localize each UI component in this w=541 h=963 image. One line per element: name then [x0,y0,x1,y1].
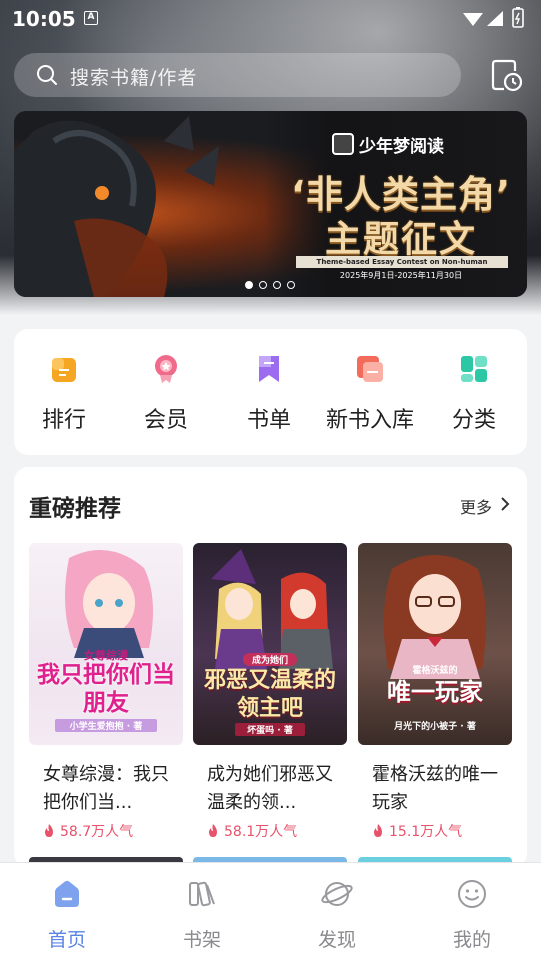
book-cover-tag: 成为她们 [243,653,297,666]
search-row: 搜索书籍/作者 [14,53,526,97]
banner-date: 2025年9月1日-2025年11月30日 [339,271,463,280]
nav-new-books[interactable]: 新书入库 [320,329,420,455]
tab-home[interactable]: 首页 [22,863,112,963]
book-cover-art [383,555,487,679]
more-link[interactable]: 更多 [460,494,492,518]
search-icon [37,65,57,85]
new-books-icon [357,356,383,382]
carousel-dot-3[interactable] [273,281,281,289]
banner-subtitle: Theme-based Essay Contest on Non-human P… [296,256,508,278]
book-cover-author: 小学生爱抱抱 · 著 [55,719,157,732]
discover-planet-icon [321,882,353,906]
nav-new-books-label: 新书入库 [325,408,414,433]
book-cover-title: 邪恶又温柔的领主吧 [203,668,336,721]
promo-banner[interactable]: 少年梦阅读 ‘非人类主角’ 主题征文 Theme-based Essay Con… [14,111,527,297]
nav-vip[interactable]: 会员 [116,329,216,455]
book-cover-tag: 霍格沃兹的 [412,666,458,676]
chevron-right-icon[interactable] [500,497,510,511]
nav-category-label: 分类 [451,408,496,433]
book-popularity-value: 58.7万人气 [60,824,134,840]
search-placeholder: 搜索书籍/作者 [70,67,198,89]
book-cover-author: 月光下的小被子 · 著 [394,722,476,732]
book-cover-title: 我只把你们当朋友 [37,662,175,716]
book-title[interactable]: 女尊综漫：我只把你们当... [43,761,173,817]
carousel-dot-1[interactable] [245,281,253,289]
banner-headline-2: 主题征文 [324,219,477,260]
vip-medal-icon [155,355,177,383]
nav-ranking[interactable]: 排行 [14,329,114,455]
status-bar: 10:05 A [0,0,541,36]
book-title[interactable]: 霍格沃兹的唯一玩家 [372,761,502,817]
nav-booklist[interactable]: 书单 [219,329,319,455]
quick-nav: 排行 会员 书单 新书入库 分类 [14,329,527,455]
carousel-dot-4[interactable] [287,281,295,289]
book-cover[interactable]: 女尊综漫 我只把你们当朋友 小学生爱抱抱 · 著 [29,543,183,745]
fire-icon [209,824,217,837]
tab-profile[interactable]: 我的 [427,863,517,963]
book-popularity-value: 15.1万人气 [389,824,463,840]
status-notification-icon: A [84,11,98,25]
status-time: 10:05 [12,7,76,31]
dragon-illustration [14,116,219,297]
nav-booklist-label: 书单 [246,408,291,433]
book-cover-art [65,550,153,658]
carousel-indicator[interactable] [245,281,305,291]
book-title[interactable]: 成为她们邪恶又温柔的领... [207,761,337,817]
book-popularity: 58.7万人气 [43,821,133,841]
carousel-dot-2[interactable] [259,281,267,289]
book-popularity-value: 58.1万人气 [224,824,298,840]
recommend-section: 重磅推荐 更多 女尊综漫 我只把你们当朋友 小学生爱抱抱 · 著 女尊综漫：我只… [14,467,527,867]
tab-discover[interactable]: 发现 [292,863,382,963]
bottom-tab-bar: 首页 书架 发现 我的 [0,862,541,963]
book-popularity: 58.1万人气 [207,821,297,841]
tab-profile-label: 我的 [452,929,491,951]
brand-logo-icon [332,133,354,155]
book-cover-title: 唯一玩家 [387,678,483,706]
book-cover-author: 坏蛋吗 · 著 [235,723,305,736]
profile-smile-icon [458,880,486,908]
home-icon [55,880,79,907]
book-cover-art [211,549,333,669]
book-cover[interactable]: 成为她们 邪恶又温柔的领主吧 坏蛋吗 · 著 [193,543,347,745]
book-popularity: 15.1万人气 [372,821,462,841]
tab-discover-label: 发现 [317,929,356,951]
category-grid-icon [461,356,487,382]
banner-brand-name: 少年梦阅读 [359,136,444,157]
nav-ranking-label: 排行 [41,408,86,433]
ranking-icon [52,358,76,382]
tab-bookshelf-label: 书架 [182,929,221,951]
nav-category[interactable]: 分类 [424,329,524,455]
status-signal-battery-icon [463,7,524,28]
tab-home-label: 首页 [47,929,86,951]
nav-vip-label: 会员 [143,408,188,433]
banner-brand: 少年梦阅读 [332,132,444,157]
fire-icon [374,824,382,837]
search-input[interactable]: 搜索书籍/作者 [14,53,461,97]
reading-history-icon[interactable] [488,57,524,93]
book-cover[interactable]: 霍格沃兹的 唯一玩家 月光下的小被子 · 著 [358,543,512,745]
booklist-bookmark-icon [259,356,279,382]
section-title: 重磅推荐 [29,496,121,522]
tab-bookshelf[interactable]: 书架 [157,863,247,963]
fire-icon [45,824,53,837]
bookshelf-icon [189,881,215,907]
